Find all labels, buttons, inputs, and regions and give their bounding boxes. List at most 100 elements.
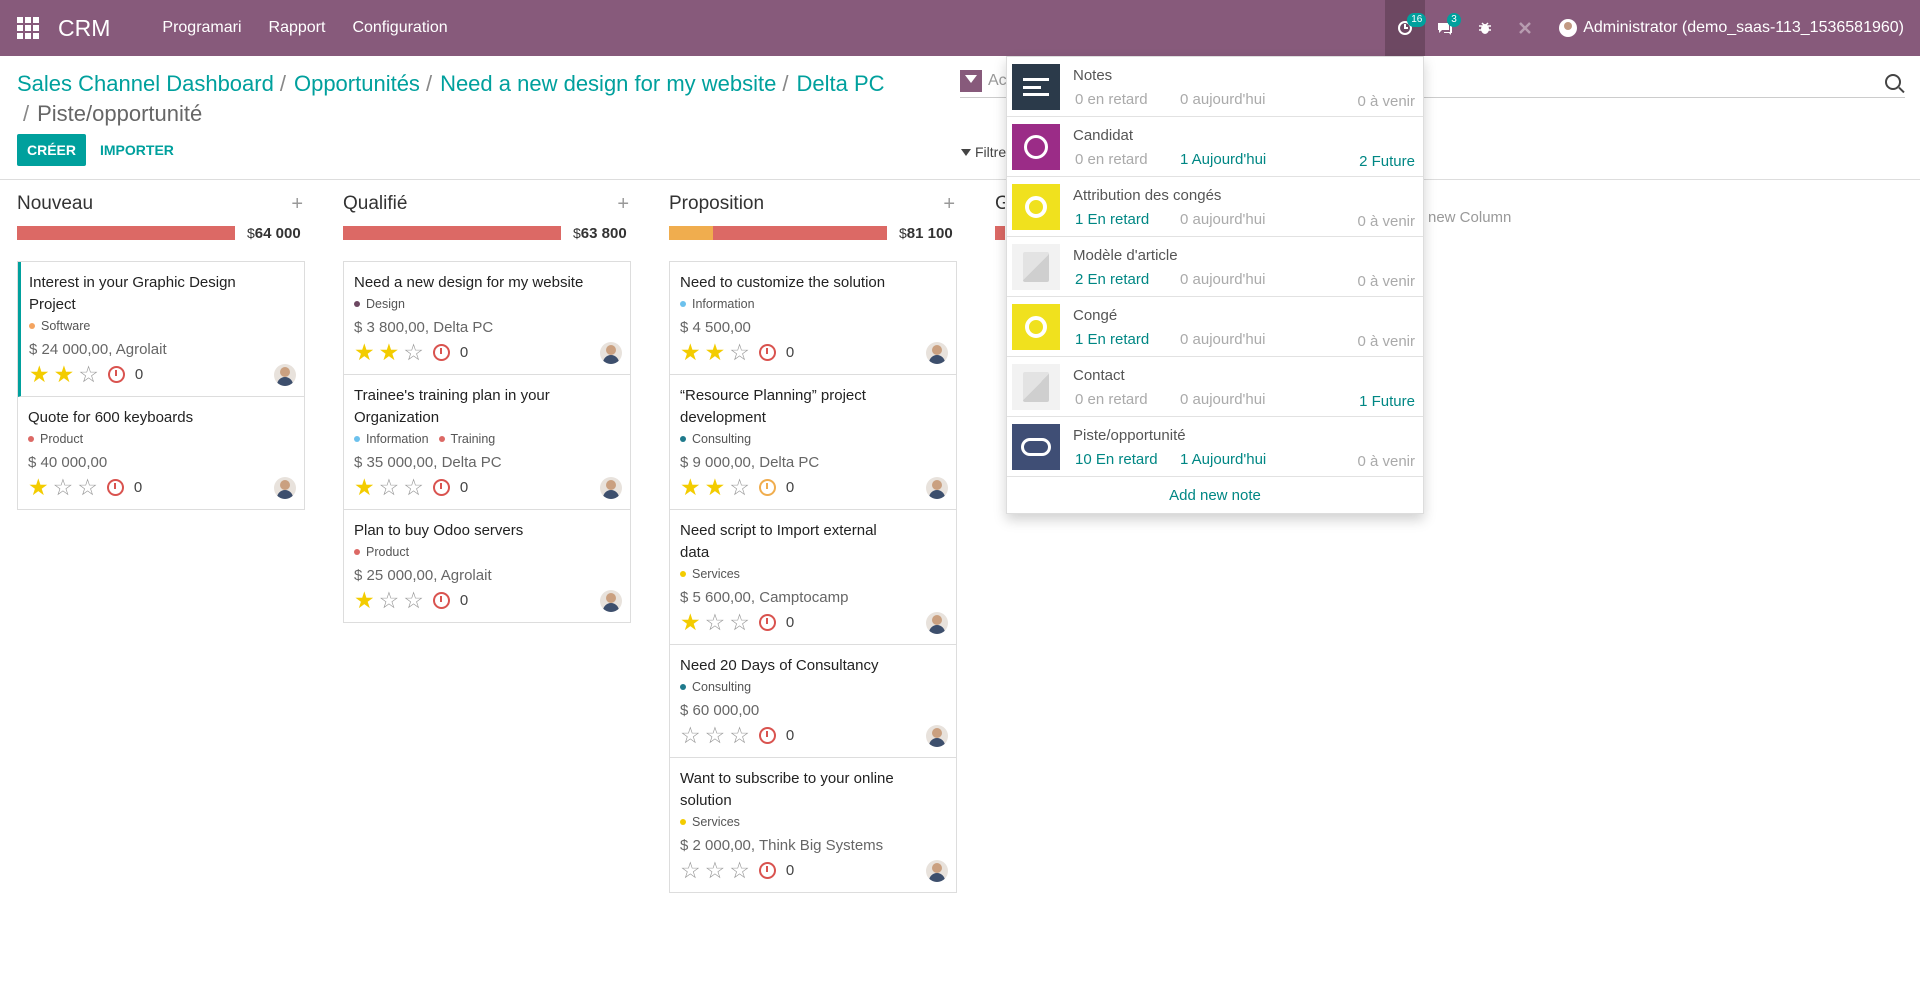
activity-clock-icon[interactable] [432,591,450,609]
activity-row[interactable]: Notes 0 en retard 0 aujourd'hui 0 à venir [1007,57,1423,117]
messages-menu-button[interactable]: 3 [1425,0,1465,56]
apps-menu-icon[interactable] [0,0,56,56]
activity-clock-icon[interactable] [758,478,776,496]
activity-future-filter[interactable]: 0 à venir [1357,333,1415,350]
column-title[interactable]: Qualifié [343,193,407,215]
quick-create-icon[interactable]: + [943,193,955,216]
kanban-card[interactable]: “Resource Planning” project development C… [670,375,956,510]
menu-rapport[interactable]: Rapport [269,19,326,37]
priority-star-icon[interactable]: ☆ [403,340,424,364]
priority-star-icon[interactable]: ☆ [403,588,424,612]
progress-segment[interactable] [669,226,713,240]
activity-late-filter[interactable]: 1 En retard [1075,211,1149,228]
priority-star-icon[interactable]: ☆ [729,723,750,747]
activity-clock-icon[interactable] [758,726,776,744]
priority-star-icon[interactable]: ★ [354,588,375,612]
priority-star-icon[interactable]: ★ [379,340,400,364]
priority-star-icon[interactable]: ☆ [680,858,701,882]
priority-star-icon[interactable]: ★ [680,340,701,364]
activity-future-filter[interactable]: 0 à venir [1357,213,1415,230]
activity-today-filter[interactable]: 1 Aujourd'hui [1180,151,1266,168]
quick-create-icon[interactable]: + [617,193,629,216]
progress-segment[interactable] [17,226,235,240]
activity-row[interactable]: Piste/opportunité 10 En retard 1 Aujourd'h… [1007,417,1423,477]
add-note-button[interactable]: Add new note [1007,477,1423,513]
activity-late-filter[interactable]: 10 En retard [1075,451,1158,468]
activity-clock-icon[interactable] [432,478,450,496]
breadcrumb-item[interactable]: Delta PC [796,71,884,96]
activity-late-filter[interactable]: 1 En retard [1075,331,1149,348]
filters-button[interactable]: Filtre [961,144,1006,160]
kanban-card[interactable]: Quote for 600 keyboards Product $ 40 000,0… [18,397,304,509]
activity-today-filter[interactable]: 0 aujourd'hui [1180,211,1265,228]
user-menu[interactable]: Administrator (demo_saas-113_1536581960) [1545,19,1920,37]
priority-star-icon[interactable]: ☆ [78,362,99,386]
priority-star-icon[interactable]: ★ [705,340,726,364]
activity-row[interactable]: Contact 0 en retard 0 aujourd'hui 1 Future [1007,357,1423,417]
breadcrumb-item[interactable]: Need a new design for my website [440,71,776,96]
activity-row[interactable]: Candidat 0 en retard 1 Aujourd'hui 2 Future [1007,117,1423,177]
tools-button[interactable] [1505,0,1545,56]
activity-today-filter[interactable]: 0 aujourd'hui [1180,91,1265,108]
search-icon[interactable] [1885,74,1901,90]
activity-today-filter[interactable]: 0 aujourd'hui [1180,331,1265,348]
activity-row[interactable]: Attribution des congés 1 En retard 0 aujou… [1007,177,1423,237]
activity-today-filter[interactable]: 1 Aujourd'hui [1180,451,1266,468]
activity-menu-button[interactable]: 16 [1385,0,1427,56]
activity-clock-icon[interactable] [432,343,450,361]
app-brand[interactable]: CRM [58,15,110,42]
priority-star-icon[interactable]: ★ [354,340,375,364]
priority-star-icon[interactable]: ☆ [680,723,701,747]
add-column-button[interactable]: new Column [1428,209,1511,226]
activity-late-filter[interactable]: 0 en retard [1075,151,1148,168]
priority-star-icon[interactable]: ★ [54,362,75,386]
kanban-card[interactable]: Want to subscribe to your online solutio… [670,758,956,892]
activity-clock-icon[interactable] [758,613,776,631]
priority-star-icon[interactable]: ★ [29,362,50,386]
priority-star-icon[interactable]: ☆ [705,858,726,882]
priority-star-icon[interactable]: ★ [705,475,726,499]
kanban-card[interactable]: Plan to buy Odoo servers Product $ 25 000,… [344,510,630,622]
priority-star-icon[interactable]: ☆ [379,588,400,612]
priority-star-icon[interactable]: ☆ [53,475,74,499]
priority-star-icon[interactable]: ☆ [729,340,750,364]
kanban-card[interactable]: Interest in your Graphic Design Project S… [18,262,304,397]
priority-star-icon[interactable]: ☆ [729,475,750,499]
filter-facet-icon[interactable] [960,70,982,92]
breadcrumb-item[interactable]: Opportunités [294,71,420,96]
kanban-card[interactable]: Need to customize the solution Informatio… [670,262,956,375]
activity-row[interactable]: Modèle d'article 2 En retard 0 aujourd'hui… [1007,237,1423,297]
column-title[interactable]: Nouveau [17,193,93,215]
activity-future-filter[interactable]: 0 à venir [1357,273,1415,290]
import-button[interactable]: IMPORTER [100,134,174,166]
priority-star-icon[interactable]: ☆ [729,610,750,634]
kanban-card[interactable]: Need 20 Days of Consultancy Consulting $ 6… [670,645,956,758]
menu-configuration[interactable]: Configuration [352,19,447,37]
activity-late-filter[interactable]: 2 En retard [1075,271,1149,288]
activity-future-filter[interactable]: 1 Future [1359,393,1415,410]
kanban-card[interactable]: Trainee's training plan in your Organiza… [344,375,630,510]
priority-star-icon[interactable]: ☆ [705,723,726,747]
activity-today-filter[interactable]: 0 aujourd'hui [1180,271,1265,288]
column-title[interactable]: G [995,193,1005,215]
breadcrumb-item[interactable]: Sales Channel Dashboard [17,71,274,96]
kanban-card[interactable]: Need a new design for my website Design $ … [344,262,630,375]
activity-clock-icon[interactable] [107,365,125,383]
priority-star-icon[interactable]: ★ [28,475,49,499]
quick-create-icon[interactable]: + [291,193,303,216]
progress-segment[interactable] [343,226,561,240]
progress-segment[interactable] [712,226,887,240]
priority-star-icon[interactable]: ☆ [77,475,98,499]
activity-clock-icon[interactable] [106,478,124,496]
progress-bar[interactable] [669,226,887,240]
activity-today-filter[interactable]: 0 aujourd'hui [1180,391,1265,408]
kanban-card[interactable]: Need script to Import external data Servi… [670,510,956,645]
activity-future-filter[interactable]: 0 à venir [1357,453,1415,470]
column-title[interactable]: Proposition [669,193,764,215]
priority-star-icon[interactable]: ★ [680,610,701,634]
progress-bar[interactable] [17,226,235,240]
activity-row[interactable]: Congé 1 En retard 0 aujourd'hui 0 à venir [1007,297,1423,357]
priority-star-icon[interactable]: ☆ [379,475,400,499]
priority-star-icon[interactable]: ☆ [403,475,424,499]
priority-star-icon[interactable]: ☆ [705,610,726,634]
